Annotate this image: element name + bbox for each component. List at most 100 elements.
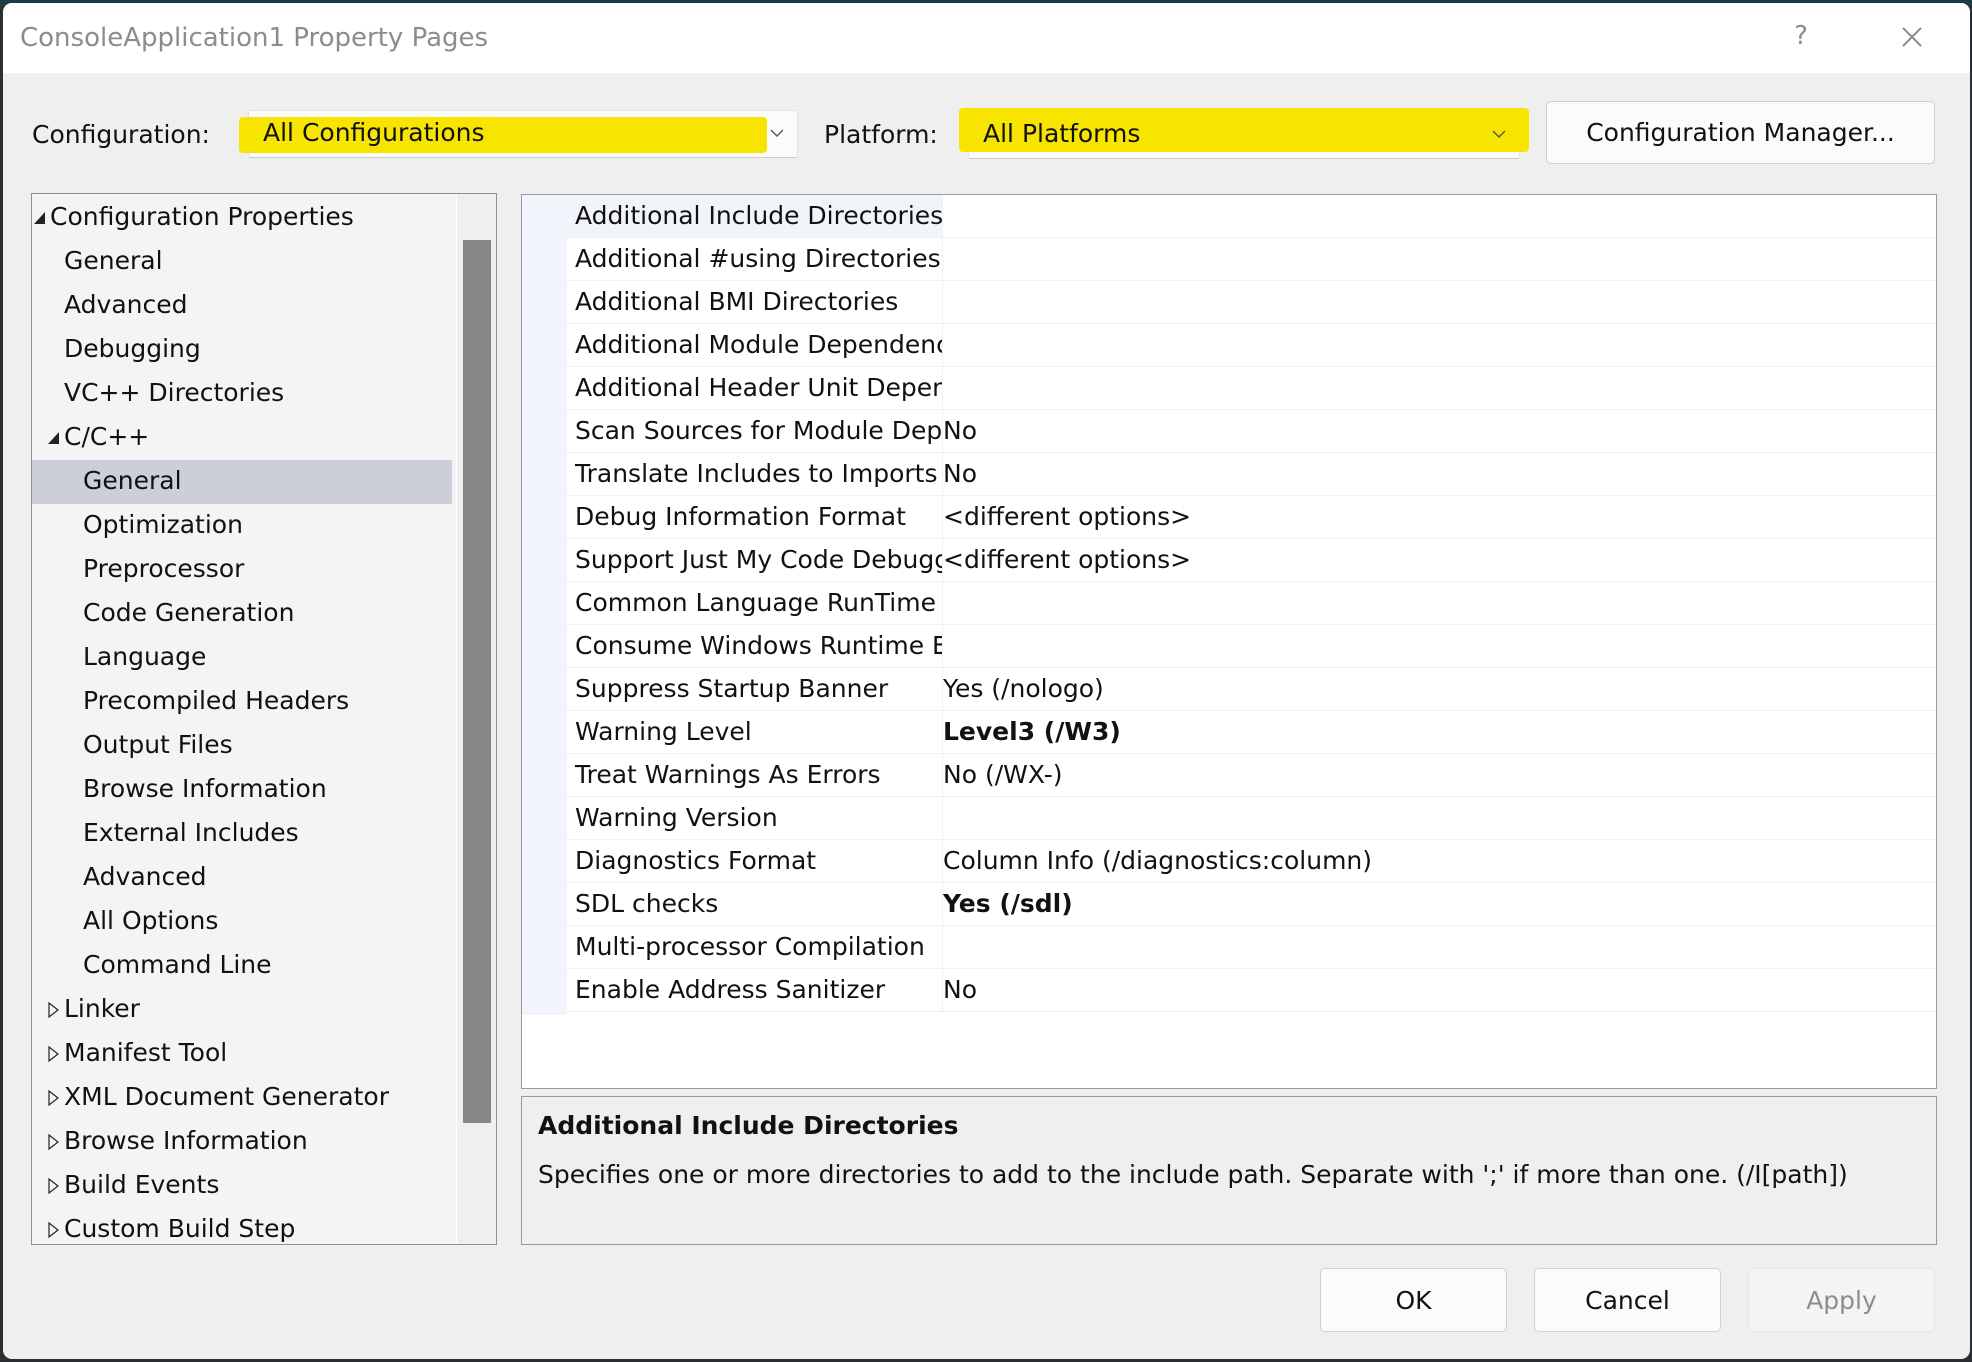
property-value[interactable]: Level3 (/W3)	[943, 717, 1121, 746]
expanded-arrow-icon[interactable]	[47, 430, 61, 446]
property-row[interactable]: Diagnostics Format Column Info (/diagnost…	[567, 840, 1936, 883]
property-name-cell: Additional Module Dependencies	[567, 324, 943, 366]
ok-button[interactable]: OK	[1320, 1268, 1507, 1332]
tree-item-label: Advanced	[64, 290, 188, 319]
property-name-cell: Additional Header Unit Dependencies	[567, 367, 943, 409]
property-row[interactable]: Support Just My Code Debugging<different…	[567, 539, 1936, 582]
property-row[interactable]: Translate Includes to Imports No	[567, 453, 1936, 496]
tree-item[interactable]: General	[32, 240, 452, 284]
tree-item[interactable]: Browse Information	[32, 768, 452, 812]
property-value[interactable]: Column Info (/diagnostics:column)	[943, 846, 1372, 875]
property-value[interactable]: Yes (/sdl)	[943, 889, 1073, 918]
tree-item[interactable]: Preprocessor	[32, 548, 452, 592]
property-row[interactable]: Additional Header Unit Dependencies	[567, 367, 1936, 410]
property-name-cell: Additional BMI Directories	[567, 281, 943, 323]
property-value[interactable]: <different options>	[943, 545, 1191, 574]
collapsed-arrow-icon[interactable]	[47, 1222, 61, 1238]
property-row[interactable]: SDL checks Yes (/sdl)	[567, 883, 1936, 926]
property-row[interactable]: Additional BMI Directories	[567, 281, 1936, 324]
property-value[interactable]: <different options>	[943, 502, 1191, 531]
tree-item[interactable]: All Options	[32, 900, 452, 944]
tree-item-label: All Options	[83, 906, 219, 935]
tree-item-label: Advanced	[83, 862, 207, 891]
collapsed-arrow-icon[interactable]	[47, 1046, 61, 1062]
tree-scrollbar-thumb[interactable]	[463, 240, 491, 1123]
tree-item[interactable]: Configuration Properties	[32, 196, 452, 240]
property-name: Additional Header Unit Dependencies	[575, 373, 942, 402]
property-name-cell: Consume Windows Runtime Extension	[567, 625, 943, 667]
collapsed-arrow-icon[interactable]	[47, 1090, 61, 1106]
cancel-button[interactable]: Cancel	[1534, 1268, 1721, 1332]
property-value[interactable]: No	[943, 459, 977, 488]
property-row[interactable]: Additional Include Directories	[567, 195, 1936, 238]
tree-item[interactable]: Build Events	[32, 1164, 452, 1208]
tree-item[interactable]: Advanced	[32, 856, 452, 900]
property-row[interactable]: Additional #using Directories	[567, 238, 1936, 281]
property-row[interactable]: Debug Information Format <different optio…	[567, 496, 1936, 539]
description-text: Specifies one or more directories to add…	[538, 1160, 1848, 1189]
collapsed-arrow-icon[interactable]	[47, 1134, 61, 1150]
configuration-dropdown[interactable]: All Configurations	[239, 110, 798, 158]
tree-item-label: Browse Information	[83, 774, 327, 803]
tree-item-label: Configuration Properties	[50, 202, 354, 231]
property-name: Additional #using Directories	[575, 244, 941, 273]
configuration-label: Configuration:	[32, 120, 210, 149]
property-row[interactable]: Multi-processor Compilation	[567, 926, 1936, 969]
tree-item[interactable]: Manifest Tool	[32, 1032, 452, 1076]
tree-scrollbar[interactable]	[456, 194, 496, 1244]
help-button[interactable]: ?	[1789, 21, 1813, 51]
property-name-cell: Suppress Startup Banner	[567, 668, 943, 710]
apply-button[interactable]: Apply	[1748, 1268, 1935, 1332]
tree-item[interactable]: Language	[32, 636, 452, 680]
tree-item[interactable]: Precompiled Headers	[32, 680, 452, 724]
property-value[interactable]: No	[943, 975, 977, 1004]
property-name-cell: Translate Includes to Imports	[567, 453, 943, 495]
tree-item-label: Optimization	[83, 510, 243, 539]
property-name-cell: Support Just My Code Debugging	[567, 539, 943, 581]
tree-item-label: Output Files	[83, 730, 233, 759]
property-row[interactable]: Enable Address Sanitizer No	[567, 969, 1936, 1012]
property-name: SDL checks	[575, 889, 719, 918]
tree-item[interactable]: VC++ Directories	[32, 372, 452, 416]
property-value[interactable]: No	[943, 416, 977, 445]
platform-dropdown[interactable]: All Platforms	[959, 108, 1529, 159]
property-row[interactable]: Treat Warnings As Errors No (/WX-)	[567, 754, 1936, 797]
tree-item-label: Language	[83, 642, 207, 671]
property-row[interactable]: Common Language RunTime Support	[567, 582, 1936, 625]
property-tree: Configuration Properties General Advanced D…	[31, 193, 497, 1245]
close-button[interactable]	[1896, 21, 1928, 53]
property-name-cell: SDL checks	[567, 883, 943, 925]
property-row[interactable]: Consume Windows Runtime Extension	[567, 625, 1936, 668]
expanded-arrow-icon[interactable]	[33, 210, 47, 226]
property-name: Additional BMI Directories	[575, 287, 899, 316]
configuration-manager-button[interactable]: Configuration Manager...	[1546, 101, 1935, 164]
tree-item[interactable]: XML Document Generator	[32, 1076, 452, 1120]
property-row[interactable]: Suppress Startup Banner Yes (/nologo)	[567, 668, 1936, 711]
tree-item[interactable]: Command Line	[32, 944, 452, 988]
tree-item[interactable]: External Includes	[32, 812, 452, 856]
collapsed-arrow-icon[interactable]	[47, 1002, 61, 1018]
title-bar: ConsoleApplication1 Property Pages ?	[3, 3, 1970, 73]
tree-item[interactable]: Output Files	[32, 724, 452, 768]
property-row[interactable]: Warning Version	[567, 797, 1936, 840]
property-row[interactable]: Warning Level Level3 (/W3)	[567, 711, 1936, 754]
property-value[interactable]: Yes (/nologo)	[943, 674, 1104, 703]
tree-item[interactable]: General	[32, 460, 452, 504]
tree-item-label: Manifest Tool	[64, 1038, 228, 1067]
tree-item[interactable]: Code Generation	[32, 592, 452, 636]
tree-item[interactable]: Debugging	[32, 328, 452, 372]
tree-item-label: Browse Information	[64, 1126, 308, 1155]
property-pages-dialog: ConsoleApplication1 Property Pages ? Con…	[3, 3, 1970, 1359]
property-name: Debug Information Format	[575, 502, 906, 531]
tree-item[interactable]: Optimization	[32, 504, 452, 548]
property-row[interactable]: Scan Sources for Module DependenciesNo	[567, 410, 1936, 453]
tree-item[interactable]: Linker	[32, 988, 452, 1032]
tree-item[interactable]: C/C++	[32, 416, 452, 460]
tree-item[interactable]: Browse Information	[32, 1120, 452, 1164]
property-name: Common Language RunTime Support	[575, 588, 942, 617]
collapsed-arrow-icon[interactable]	[47, 1178, 61, 1194]
tree-item[interactable]: Advanced	[32, 284, 452, 328]
property-row[interactable]: Additional Module Dependencies	[567, 324, 1936, 367]
property-value[interactable]: No (/WX-)	[943, 760, 1063, 789]
tree-item[interactable]: Custom Build Step	[32, 1208, 452, 1244]
